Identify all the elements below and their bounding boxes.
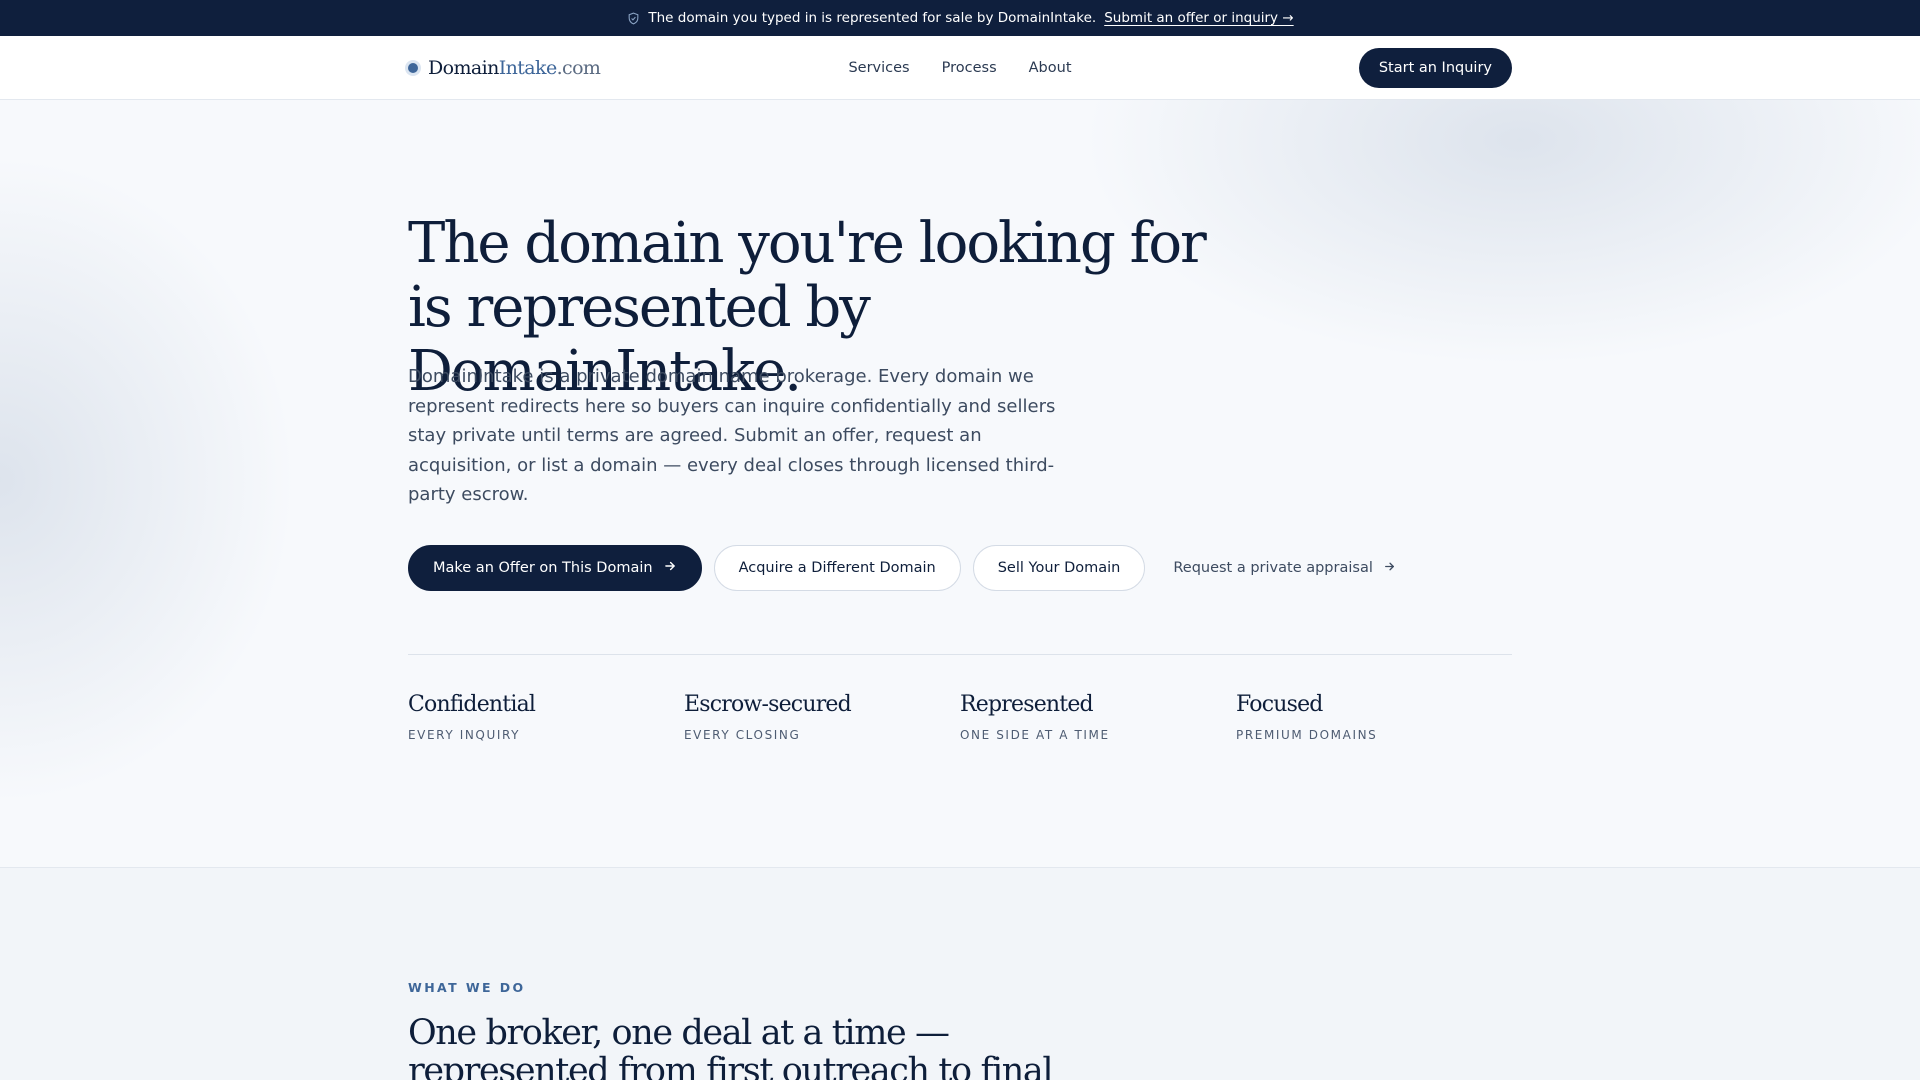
section-title: One broker, one deal at a time — represe… — [408, 1013, 1054, 1080]
value-props: Confidential EVERY INQUIRY Escrow-secure… — [408, 690, 1512, 742]
stat-focused: Focused PREMIUM DOMAINS — [1236, 690, 1512, 742]
stat-escrow: Escrow-secured EVERY CLOSING — [684, 690, 960, 742]
stat-confidential: Confidential EVERY INQUIRY — [408, 690, 684, 742]
stat-title: Confidential — [408, 692, 536, 717]
start-inquiry-button[interactable]: Start an Inquiry — [1358, 48, 1512, 88]
site-header: DomainIntake.com Services Process About … — [0, 36, 1920, 100]
stat-title: Focused — [1236, 692, 1323, 717]
section-eyebrow: WHAT WE DO — [408, 980, 526, 995]
stat-subtitle: EVERY INQUIRY — [408, 728, 521, 742]
hero-description: DomainIntake is a private domain name br… — [408, 366, 1056, 505]
arrow-right-icon — [1383, 560, 1396, 577]
announcement-banner: The domain you typed in is represented f… — [0, 0, 1920, 36]
shield-check-icon — [626, 11, 640, 25]
stat-subtitle: ONE SIDE AT A TIME — [960, 728, 1110, 742]
stat-title: Represented — [960, 692, 1094, 717]
stat-title: Escrow-secured — [684, 692, 852, 717]
nav-about[interactable]: About — [1029, 60, 1072, 76]
banner-text: The domain you typed in is represented f… — [648, 10, 1097, 26]
site-logo[interactable]: DomainIntake.com — [408, 36, 601, 100]
hero-actions: Make an Offer on This Domain Acquire a D… — [408, 545, 1412, 591]
stat-represented: Represented ONE SIDE AT A TIME — [960, 690, 1236, 742]
sell-domain-button[interactable]: Sell Your Domain — [972, 545, 1146, 591]
make-offer-button[interactable]: Make an Offer on This Domain — [408, 545, 702, 591]
hero-divider — [408, 654, 1512, 655]
make-offer-label: Make an Offer on This Domain — [433, 560, 653, 576]
logo-text-tld: .com — [556, 57, 601, 79]
logo-dot-icon — [408, 63, 418, 73]
request-appraisal-label: Request a private appraisal — [1173, 560, 1373, 576]
acquire-domain-button[interactable]: Acquire a Different Domain — [713, 545, 961, 591]
banner-offer-link[interactable]: Submit an offer or inquiry → — [1104, 10, 1293, 26]
nav-process[interactable]: Process — [942, 60, 997, 76]
hero-section: The domain you're looking for is represe… — [0, 100, 1920, 868]
main-nav: Services Process About — [0, 36, 1920, 100]
request-appraisal-link[interactable]: Request a private appraisal — [1157, 545, 1412, 591]
arrow-right-icon — [663, 559, 677, 577]
stat-subtitle: PREMIUM DOMAINS — [1236, 728, 1378, 742]
stat-subtitle: EVERY CLOSING — [684, 728, 801, 742]
nav-services[interactable]: Services — [848, 60, 909, 76]
what-we-do-section: WHAT WE DO One broker, one deal at a tim… — [0, 868, 1920, 1080]
logo-text-intake: Intake — [498, 57, 557, 79]
logo-text-domain: Domain — [428, 57, 499, 79]
